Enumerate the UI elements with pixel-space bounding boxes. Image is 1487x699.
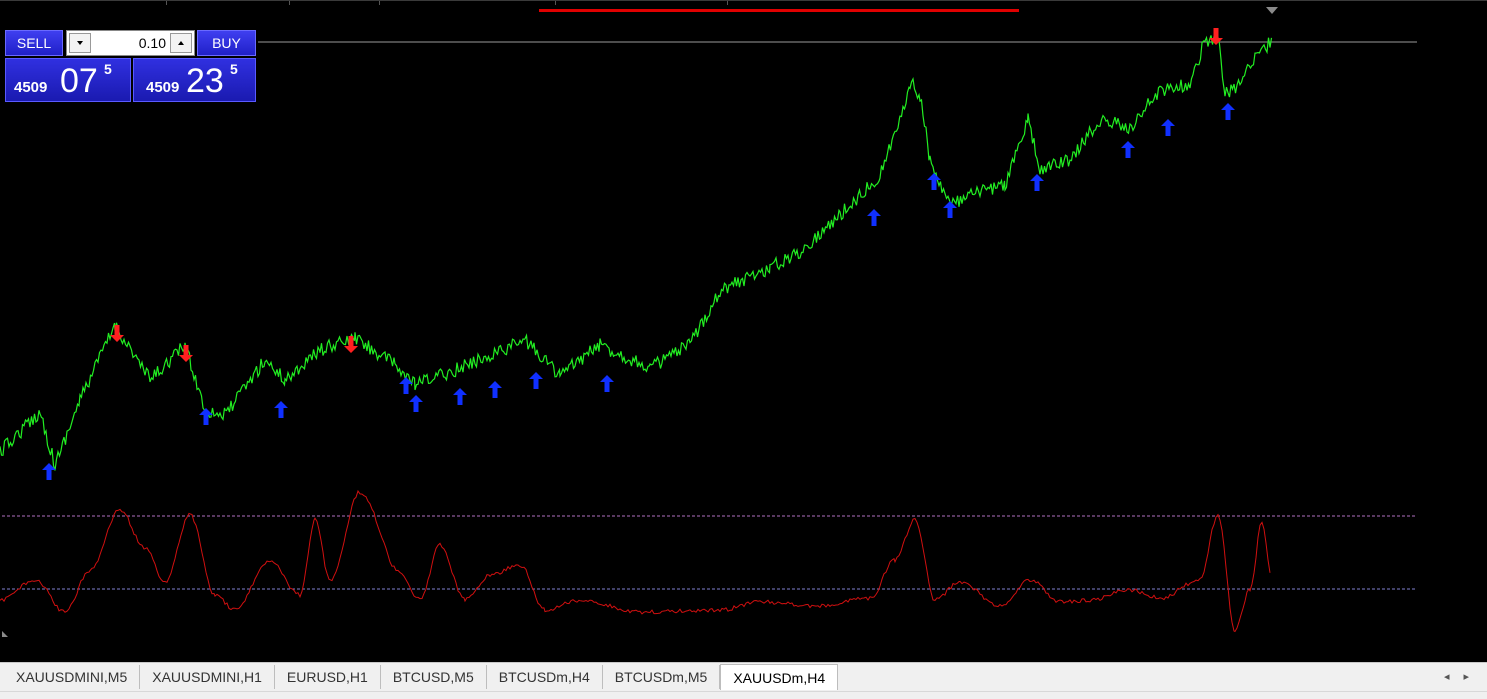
buy-signal-arrow-icon <box>399 377 413 394</box>
bid-pips: 07 <box>60 62 98 100</box>
tab-eurusd-h1[interactable]: EURUSD,H1 <box>274 665 381 689</box>
buy-signal-arrow-icon <box>488 381 502 398</box>
buy-signal-arrow-icon <box>529 372 543 389</box>
buy-signal-arrow-icon <box>1030 174 1044 191</box>
tab-xauusdmini-h1[interactable]: XAUUSDMINI,H1 <box>140 665 275 689</box>
buy-price-box[interactable]: 4509 23 5 <box>133 58 256 102</box>
tab-xauusdm-h4[interactable]: XAUUSDm,H4 <box>720 664 839 690</box>
buy-signal-arrow-icon <box>1121 141 1135 158</box>
oscillator-line <box>0 489 1271 633</box>
tab-btcusdm-m5[interactable]: BTCUSDm,M5 <box>602 665 721 689</box>
scroll-left-icon[interactable]: ◂ <box>1444 670 1450 683</box>
buy-button[interactable]: BUY <box>197 30 256 56</box>
tab-btcusdm-h4[interactable]: BTCUSDm,H4 <box>486 665 603 689</box>
buy-signal-arrow-icon <box>867 209 881 226</box>
sell-button[interactable]: SELL <box>5 30 63 56</box>
ask-big-figure: 4509 <box>146 79 180 96</box>
buy-signal-arrow-icon <box>927 173 941 190</box>
scroll-right-icon[interactable]: ▸ <box>1463 670 1469 683</box>
buy-signal-arrow-icon <box>409 395 423 412</box>
tab-xauusdmini-m5[interactable]: XAUUSDMINI,M5 <box>4 665 141 689</box>
bid-fraction: 5 <box>104 61 112 77</box>
bid-big-figure: 4509 <box>14 79 48 96</box>
tab-scroll-arrows: ◂ ▸ <box>1444 670 1469 683</box>
lot-size-value[interactable]: 0.10 <box>139 35 166 51</box>
ask-fraction: 5 <box>230 61 238 77</box>
tab-bar-divider <box>0 691 1487 692</box>
buy-signal-arrow-icon <box>1221 103 1235 120</box>
sell-price-box[interactable]: 4509 07 5 <box>5 58 131 102</box>
buy-signal-arrow-icon <box>943 201 957 218</box>
buy-signal-arrow-icon <box>600 375 614 392</box>
tab-btcusd-m5[interactable]: BTCUSD,M5 <box>380 665 487 689</box>
ask-pips: 23 <box>186 62 224 100</box>
chart-tab-bar: XAUUSDMINI,M5 XAUUSDMINI,H1 EURUSD,H1 BT… <box>0 662 1487 699</box>
spinner-up-icon[interactable] <box>170 33 192 53</box>
chart-tabs: XAUUSDMINI,M5 XAUUSDMINI,H1 EURUSD,H1 BT… <box>4 664 839 690</box>
buy-signal-arrow-icon <box>453 388 467 405</box>
chart-area[interactable]: SELL 0.10 BUY 4509 07 5 4509 23 5 <box>0 0 1487 662</box>
buy-signal-arrow-icon <box>274 401 288 418</box>
one-click-trading-panel: SELL 0.10 BUY 4509 07 5 4509 23 5 <box>5 30 256 102</box>
spinner-down-icon[interactable] <box>69 33 91 53</box>
lot-size-field[interactable]: 0.10 <box>66 30 195 56</box>
buy-signal-arrow-icon <box>1161 119 1175 136</box>
